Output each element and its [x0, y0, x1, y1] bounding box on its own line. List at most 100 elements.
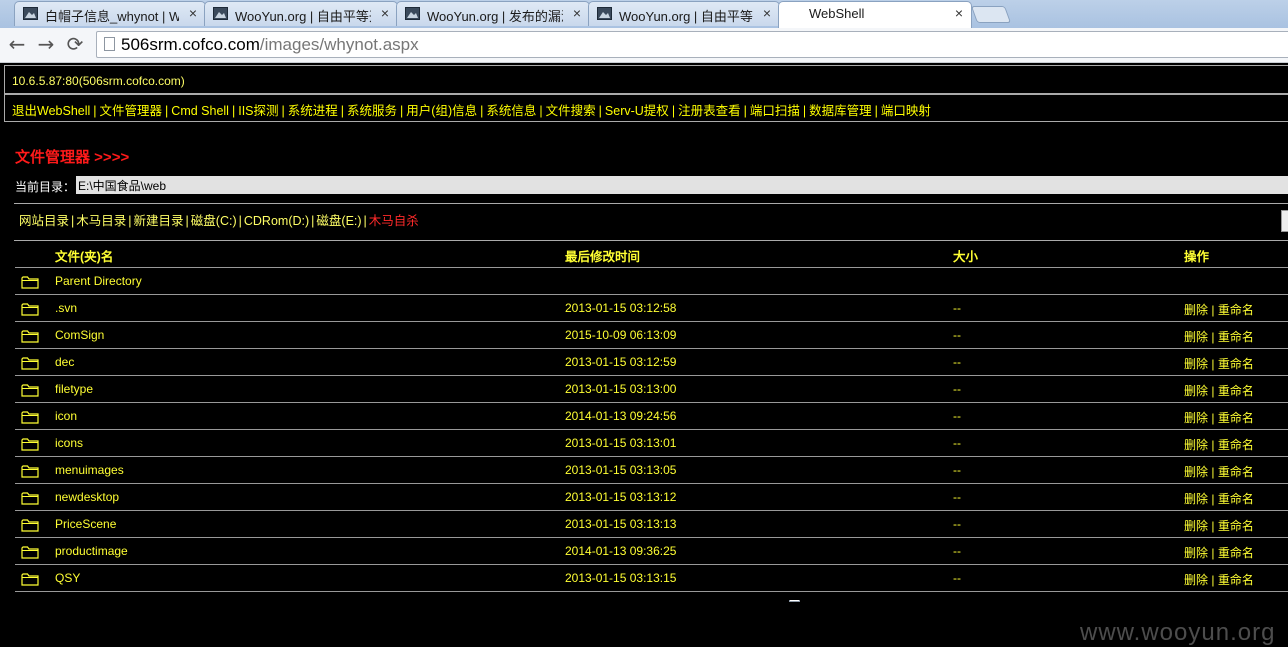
folder-icon — [21, 490, 39, 509]
rename-link[interactable]: 重命名 — [1218, 303, 1254, 317]
menu-item[interactable]: 退出WebShell — [12, 104, 90, 118]
new-tab-button[interactable] — [970, 6, 1012, 23]
tab-close-icon[interactable]: × — [189, 6, 197, 20]
column-header-ops: 操作 — [1184, 250, 1210, 264]
delete-link[interactable]: 删除 — [1184, 573, 1208, 587]
browser-tab[interactable]: WooYun.org | 自由平等开 × — [204, 1, 398, 26]
tab-close-icon[interactable]: × — [763, 6, 771, 20]
folder-name-link[interactable]: icons — [55, 436, 83, 450]
size-value: -- — [953, 382, 961, 396]
folder-icon — [21, 544, 39, 563]
delete-link[interactable]: 删除 — [1184, 519, 1208, 533]
rename-link[interactable]: 重命名 — [1218, 519, 1254, 533]
delete-link[interactable]: 删除 — [1184, 492, 1208, 506]
file-table: 文件(夹)名 最后修改时间 大小 操作 Parent Directory .svn… — [15, 240, 1288, 592]
modified-time: 2014-01-13 09:24:56 — [565, 409, 677, 423]
folder-icon — [21, 355, 39, 374]
tab-close-icon[interactable]: × — [955, 6, 963, 20]
delete-link[interactable]: 删除 — [1184, 438, 1208, 452]
current-dir-input[interactable] — [76, 176, 1288, 194]
menu-item[interactable]: Cmd Shell — [171, 104, 229, 118]
delete-link[interactable]: 删除 — [1184, 546, 1208, 560]
main-menu-bar: 退出WebShell | 文件管理器 | Cmd Shell | IIS探测 | 系统进程 | 系统… — [4, 93, 1288, 122]
menu-item[interactable]: 系统服务 — [347, 104, 397, 118]
menu-item[interactable]: 端口映射 — [881, 104, 931, 118]
menu-separator: | — [480, 104, 484, 118]
menu-separator: | — [743, 104, 747, 118]
size-value: -- — [953, 490, 961, 504]
folder-name-link[interactable]: Parent Directory — [55, 274, 142, 288]
folder-name-link[interactable]: icon — [55, 409, 77, 423]
browser-tab[interactable]: 白帽子信息_whynot | Wo × — [14, 1, 206, 26]
quick-link[interactable]: 磁盘(E:) — [316, 214, 361, 228]
quick-link[interactable]: CDRom(D:) — [244, 214, 309, 228]
folder-name-link[interactable]: ComSign — [55, 328, 104, 342]
folder-name-link[interactable]: newdesktop — [55, 490, 119, 504]
folder-name-link[interactable]: filetype — [55, 382, 93, 396]
address-bar[interactable]: 506srm.cofco.com/images/whynot.aspx — [96, 31, 1288, 58]
menu-item[interactable]: 文件搜索 — [546, 104, 596, 118]
forward-arrow-icon[interactable]: → — [35, 33, 57, 55]
menu-item[interactable]: 注册表查看 — [678, 104, 741, 118]
tab-close-icon[interactable]: × — [381, 6, 389, 20]
modified-time: 2013-01-15 03:13:01 — [565, 436, 677, 450]
link-separator: | — [238, 214, 242, 228]
self-destruct-link[interactable]: 木马自杀 — [369, 214, 419, 228]
delete-link[interactable]: 删除 — [1184, 384, 1208, 398]
menu-item[interactable]: 文件管理器 — [100, 104, 163, 118]
back-arrow-icon[interactable]: ← — [6, 33, 28, 55]
browser-tab[interactable]: WooYun.org | 自由平等开 × — [588, 1, 780, 26]
rename-link[interactable]: 重命名 — [1218, 384, 1254, 398]
quick-link[interactable]: 磁盘(C:) — [191, 214, 237, 228]
rename-link[interactable]: 重命名 — [1218, 546, 1254, 560]
wooyun-favicon-icon — [23, 7, 38, 20]
rename-link[interactable]: 重命名 — [1218, 330, 1254, 344]
delete-link[interactable]: 删除 — [1184, 303, 1208, 317]
watermark: www.wooyun.org — [1080, 619, 1276, 646]
menu-item[interactable]: 数据库管理 — [809, 104, 872, 118]
folder-name-link[interactable]: productimage — [55, 544, 128, 558]
quick-link[interactable]: 新建目录 — [134, 214, 184, 228]
column-header-modified: 最后修改时间 — [565, 250, 641, 264]
menu-item[interactable]: 系统信息 — [486, 104, 536, 118]
menu-separator: | — [671, 104, 676, 118]
table-row: icon 2014-01-13 09:24:56 -- 删除 | 重命名 — [15, 403, 1288, 430]
menu-item[interactable]: 用户(组)信息 — [406, 104, 477, 118]
quick-link[interactable]: 网站目录 — [19, 214, 69, 228]
browser-tab[interactable]: WooYun.org | 发布的漏洞 × — [396, 1, 590, 26]
menu-item[interactable]: 端口扫描 — [750, 104, 800, 118]
rename-link[interactable]: 重命名 — [1218, 573, 1254, 587]
rename-link[interactable]: 重命名 — [1218, 465, 1254, 479]
browser-tab-active[interactable]: WebShell × — [778, 1, 972, 602]
rename-link[interactable]: 重命名 — [1218, 492, 1254, 506]
delete-link[interactable]: 删除 — [1184, 411, 1208, 425]
menu-separator: | — [93, 104, 97, 118]
row-actions: 删除 | 重命名 — [1184, 438, 1254, 452]
wooyun-favicon-icon — [405, 7, 420, 20]
rename-link[interactable]: 重命名 — [1218, 357, 1254, 371]
folder-name-link[interactable]: QSY — [55, 571, 80, 585]
row-actions: 删除 | 重命名 — [1184, 411, 1254, 425]
row-actions: 删除 | 重命名 — [1184, 330, 1254, 344]
folder-name-link[interactable]: menuimages — [55, 463, 124, 477]
folder-icon — [21, 517, 39, 536]
folder-name-link[interactable]: .svn — [55, 301, 77, 315]
quick-link[interactable]: 木马目录 — [76, 214, 126, 228]
url-text[interactable]: 506srm.cofco.com/images/whynot.aspx — [121, 35, 419, 55]
menu-separator: | — [874, 104, 878, 118]
rename-link[interactable]: 重命名 — [1218, 438, 1254, 452]
reload-icon[interactable]: ⟳ — [64, 33, 86, 55]
folder-name-link[interactable]: dec — [55, 355, 74, 369]
rename-link[interactable]: 重命名 — [1218, 411, 1254, 425]
menu-separator: | — [231, 104, 236, 118]
menu-item[interactable]: 系统进程 — [288, 104, 338, 118]
folder-name-link[interactable]: PriceScene — [55, 517, 116, 531]
delete-link[interactable]: 删除 — [1184, 330, 1208, 344]
folder-icon — [21, 571, 39, 590]
delete-link[interactable]: 删除 — [1184, 357, 1208, 371]
tab-close-icon[interactable]: × — [573, 6, 581, 20]
menu-item[interactable]: IIS探测 — [238, 104, 278, 118]
delete-link[interactable]: 删除 — [1184, 465, 1208, 479]
menu-item[interactable]: Serv-U提权 — [605, 104, 669, 118]
scrollbar[interactable] — [1281, 210, 1288, 232]
